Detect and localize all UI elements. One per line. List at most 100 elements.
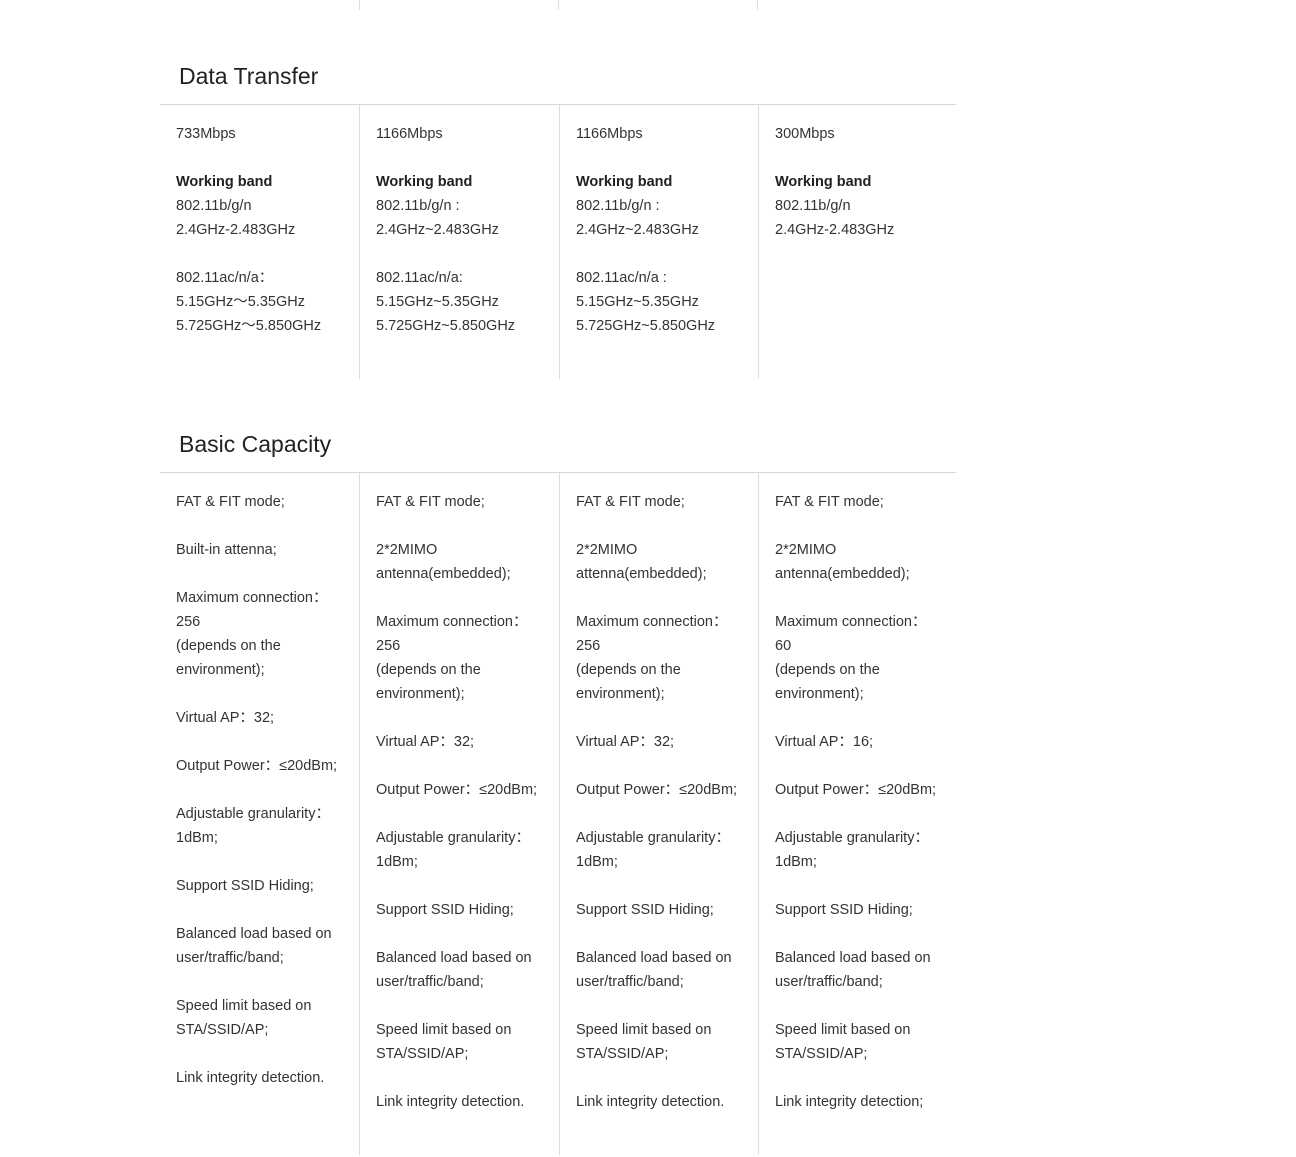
- column-divider: [359, 0, 360, 10]
- spec-line: 2.4GHz-2.483GHz: [176, 222, 296, 238]
- spec-paragraph: Adjustable granularity： 1dBm;: [176, 802, 351, 850]
- spec-paragraph: Balanced load based on user/traffic/band;: [376, 946, 551, 994]
- spec-paragraph: Support SSID Hiding;: [176, 874, 351, 898]
- spec-paragraph: Working band 802.11b/g/n : 2.4GHz~2.483GHz: [576, 170, 750, 242]
- spec-line: environment);: [176, 662, 265, 678]
- spec-paragraph: Maximum connection： 256 (depends on the env…: [376, 610, 551, 706]
- spec-paragraph: FAT & FIT mode;: [576, 490, 750, 514]
- spec-line: Speed limit based on: [176, 998, 312, 1014]
- section-title: Data Transfer: [179, 63, 319, 89]
- spec-paragraph: 1166Mbps: [576, 122, 750, 146]
- spec-line: 5.15GHz~5.35GHz: [576, 294, 699, 310]
- spec-paragraph: Adjustable granularity： 1dBm;: [376, 826, 551, 874]
- spec-paragraph: Virtual AP：16;: [775, 730, 948, 754]
- spec-line: STA/SSID/AP;: [775, 1046, 868, 1062]
- spec-column: FAT & FIT mode; Built-in attenna; Maximum …: [160, 473, 359, 1155]
- spec-line: 300Mbps: [775, 126, 835, 142]
- spec-line: 5.15GHz～5.35GHz: [176, 294, 305, 310]
- column-divider: [558, 0, 559, 10]
- spec-line: 5.725GHz~5.850GHz: [576, 318, 716, 334]
- spec-line: Link integrity detection.: [576, 1094, 725, 1110]
- spec-paragraph: Maximum connection： 256 (depends on the env…: [176, 586, 351, 682]
- spec-paragraph: Speed limit based on STA/SSID/AP;: [176, 994, 351, 1042]
- spec-line: Adjustable granularity：: [775, 830, 929, 846]
- spec-paragraph: 2*2MIMO antenna(embedded);: [376, 538, 551, 586]
- spec-line: 733Mbps: [176, 126, 236, 142]
- spec-line: 1dBm;: [775, 854, 817, 870]
- spec-line: Speed limit based on: [576, 1022, 712, 1038]
- spec-line: environment);: [576, 686, 665, 702]
- spec-paragraph: Virtual AP：32;: [376, 730, 551, 754]
- spec-label: Working band: [176, 174, 273, 190]
- spec-line: STA/SSID/AP;: [176, 1022, 269, 1038]
- spec-paragraph: Output Power：≤20dBm;: [376, 778, 551, 802]
- spec-paragraph: Virtual AP：32;: [176, 706, 351, 730]
- spec-paragraph: Working band 802.11b/g/n 2.4GHz-2.483GHz: [775, 170, 948, 242]
- spec-line: Support SSID Hiding;: [576, 902, 714, 918]
- spec-line: 2.4GHz~2.483GHz: [376, 222, 499, 238]
- spec-line: Adjustable granularity：: [176, 806, 330, 822]
- spec-line: Support SSID Hiding;: [176, 878, 314, 894]
- spec-paragraph: Working band 802.11b/g/n 2.4GHz-2.483GHz: [176, 170, 351, 242]
- spec-line: 802.11b/g/n: [176, 198, 252, 214]
- spec-line: antenna(embedded);: [376, 566, 511, 582]
- spec-line: Adjustable granularity：: [576, 830, 730, 846]
- spec-label: Working band: [775, 174, 872, 190]
- spec-line: user/traffic/band;: [376, 974, 484, 990]
- section-basic-capacity: Basic Capacity FAT & FIT mode; Built-in a…: [160, 426, 956, 1155]
- spec-line: FAT & FIT mode;: [775, 494, 884, 510]
- previous-table-dividers: [160, 0, 956, 10]
- spec-line: Support SSID Hiding;: [775, 902, 913, 918]
- spec-paragraph: FAT & FIT mode;: [376, 490, 551, 514]
- spec-paragraph: FAT & FIT mode;: [775, 490, 948, 514]
- spec-line: Virtual AP：16;: [775, 734, 874, 750]
- spec-paragraph: Working band 802.11b/g/n : 2.4GHz~2.483GHz: [376, 170, 551, 242]
- spec-line: user/traffic/band;: [176, 950, 284, 966]
- spec-line: 802.11b/g/n: [775, 198, 851, 214]
- spec-columns: 733Mbps Working band 802.11b/g/n 2.4GHz-2.4…: [160, 105, 956, 379]
- spec-line: Link integrity detection;: [775, 1094, 924, 1110]
- spec-line: Balanced load based on: [176, 926, 332, 942]
- spec-line: 802.11b/g/n :: [376, 198, 460, 214]
- spec-line: Output Power：≤20dBm;: [376, 782, 538, 798]
- spec-paragraph: 802.11ac/n/a： 5.15GHz～5.35GHz 5.725GHz～5.8…: [176, 266, 351, 338]
- spec-line: attenna(embedded);: [576, 566, 707, 582]
- spec-column: FAT & FIT mode; 2*2MIMO antenna(embedded);…: [758, 473, 956, 1155]
- spec-line: Maximum connection：: [176, 590, 328, 606]
- spec-paragraph: Support SSID Hiding;: [576, 898, 750, 922]
- spec-paragraph: 300Mbps: [775, 122, 948, 146]
- spec-paragraph: Link integrity detection.: [176, 1066, 351, 1090]
- spec-line: (depends on the: [576, 662, 681, 678]
- spec-paragraph: Link integrity detection;: [775, 1090, 948, 1114]
- spec-column: 300Mbps Working band 802.11b/g/n 2.4GHz-2.4…: [758, 105, 956, 379]
- spec-paragraph: Built-in attenna;: [176, 538, 351, 562]
- spec-line: Speed limit based on: [775, 1022, 911, 1038]
- section-data-transfer: Data Transfer 733Mbps Working band 802.11b…: [160, 58, 956, 379]
- spec-paragraph: 1166Mbps: [376, 122, 551, 146]
- spec-paragraph: 802.11ac/n/a : 5.15GHz~5.35GHz 5.725GHz~5.…: [576, 266, 750, 338]
- spec-line: Virtual AP：32;: [176, 710, 275, 726]
- spec-paragraph: Output Power：≤20dBm;: [775, 778, 948, 802]
- spec-line: 2.4GHz~2.483GHz: [576, 222, 699, 238]
- spec-line: Built-in attenna;: [176, 542, 277, 558]
- spec-line: 256: [576, 638, 601, 654]
- spec-paragraph: 2*2MIMO attenna(embedded);: [576, 538, 750, 586]
- spec-paragraph: 2*2MIMO antenna(embedded);: [775, 538, 948, 586]
- spec-line: 60: [775, 638, 792, 654]
- spec-paragraph: FAT & FIT mode;: [176, 490, 351, 514]
- spec-line: Adjustable granularity：: [376, 830, 530, 846]
- spec-column: 1166Mbps Working band 802.11b/g/n : 2.4GHz~…: [359, 105, 559, 379]
- spec-paragraph: 733Mbps: [176, 122, 351, 146]
- spec-label: Working band: [376, 174, 473, 190]
- spec-label: Working band: [576, 174, 673, 190]
- spec-line: 2*2MIMO: [775, 542, 837, 558]
- spec-paragraph: Speed limit based on STA/SSID/AP;: [376, 1018, 551, 1066]
- spec-paragraph: Balanced load based on user/traffic/band;: [775, 946, 948, 994]
- spec-line: Virtual AP：32;: [376, 734, 475, 750]
- spec-paragraph: Link integrity detection.: [376, 1090, 551, 1114]
- spec-line: 1dBm;: [576, 854, 618, 870]
- spec-line: 256: [376, 638, 401, 654]
- spec-column: FAT & FIT mode; 2*2MIMO antenna(embedded);…: [359, 473, 559, 1155]
- spec-paragraph: Speed limit based on STA/SSID/AP;: [576, 1018, 750, 1066]
- spec-line: Maximum connection：: [376, 614, 528, 630]
